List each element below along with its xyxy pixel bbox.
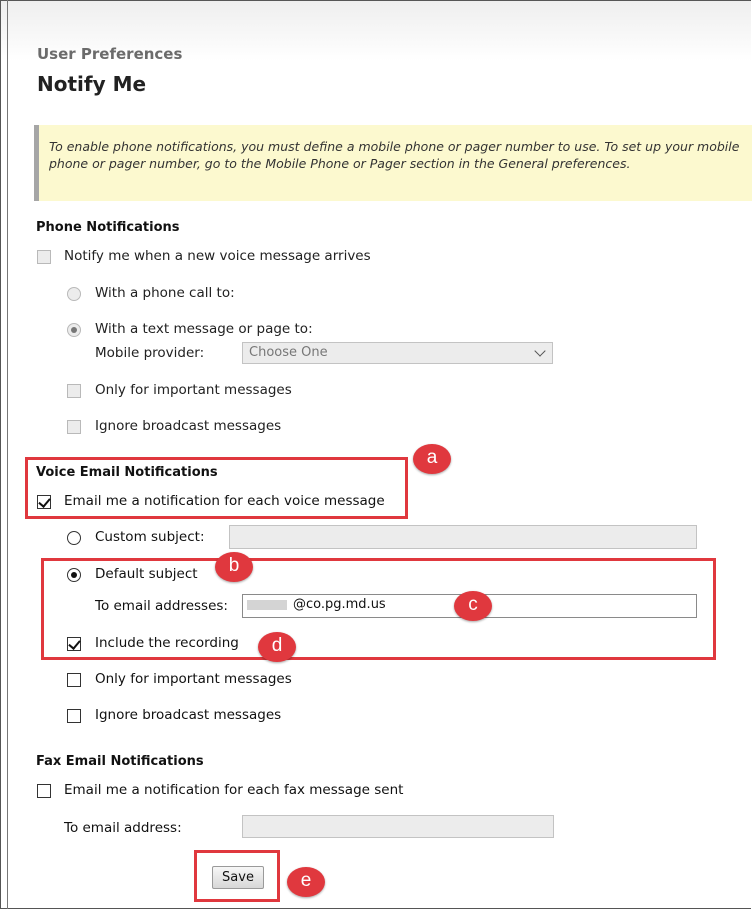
mobile-provider-select[interactable]: Choose One — [242, 342, 553, 364]
page-title: Notify Me — [37, 72, 147, 96]
custom-subject-label: Custom subject: — [95, 529, 205, 545]
phone-important-label: Only for important messages — [95, 382, 292, 398]
annotation-box-bcd — [41, 558, 716, 660]
mobile-provider-label: Mobile provider: — [95, 345, 205, 361]
text-message-radio[interactable] — [67, 323, 81, 337]
fax-to-email-label: To email address: — [64, 820, 182, 836]
voice-important-checkbox[interactable] — [67, 673, 81, 687]
custom-subject-radio[interactable] — [67, 531, 81, 545]
notice-box: To enable phone notifications, you must … — [34, 125, 752, 201]
phone-broadcast-label: Ignore broadcast messages — [95, 418, 282, 434]
annotation-box-a — [25, 457, 408, 519]
fax-email-heading: Fax Email Notifications — [36, 754, 204, 769]
voice-broadcast-checkbox[interactable] — [67, 709, 81, 723]
annotation-badge-a: a — [413, 444, 451, 474]
phone-call-label: With a phone call to: — [95, 285, 235, 301]
phone-call-radio[interactable] — [67, 287, 81, 301]
phone-broadcast-checkbox[interactable] — [67, 420, 81, 434]
phone-notifications-heading: Phone Notifications — [36, 220, 180, 235]
text-message-label: With a text message or page to: — [95, 321, 313, 337]
content-border — [7, 0, 8, 909]
notify-voice-message-label: Notify me when a new voice message arriv… — [64, 248, 371, 264]
annotation-badge-e: e — [287, 867, 325, 897]
custom-subject-input[interactable] — [229, 525, 697, 549]
notify-voice-message-checkbox[interactable] — [37, 250, 51, 264]
annotation-box-e — [194, 850, 280, 902]
annotation-badge-c: c — [454, 591, 492, 621]
voice-important-label: Only for important messages — [95, 671, 292, 687]
phone-important-checkbox[interactable] — [67, 384, 81, 398]
notice-text: To enable phone notifications, you must … — [49, 139, 740, 171]
voice-broadcast-label: Ignore broadcast messages — [95, 707, 282, 723]
fax-email-label: Email me a notification for each fax mes… — [64, 782, 404, 798]
fax-to-email-input[interactable] — [242, 815, 554, 838]
breadcrumb: User Preferences — [37, 45, 183, 63]
mobile-provider-value: Choose One — [249, 345, 328, 360]
annotation-badge-b: b — [215, 552, 253, 582]
annotation-badge-d: d — [258, 632, 296, 662]
chevron-down-icon — [534, 345, 546, 357]
fax-email-checkbox[interactable] — [37, 784, 51, 798]
